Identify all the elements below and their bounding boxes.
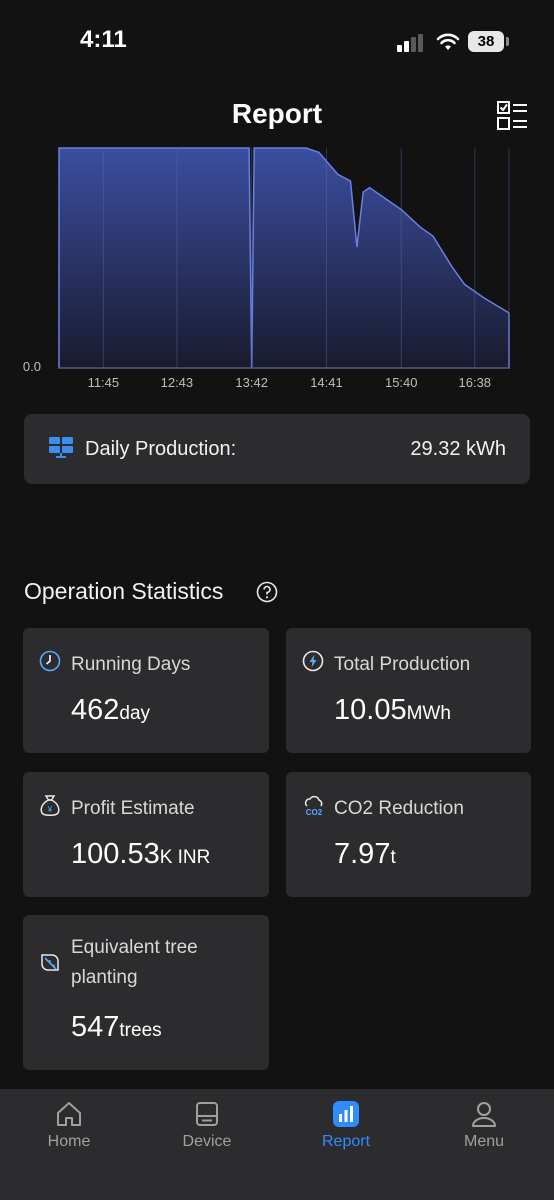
report-chart-icon (333, 1101, 359, 1127)
battery-indicator: 38 (468, 31, 504, 52)
svg-text:¥: ¥ (47, 805, 53, 814)
co2-cloud-icon: CO2 (304, 795, 323, 817)
x-tick-label: 16:38 (459, 375, 492, 390)
checklist-icon[interactable] (496, 100, 528, 132)
running-days-value: 462day (71, 694, 151, 726)
co2-reduction-label: CO2 Reduction (334, 798, 464, 819)
total-production-card: Total Production 10.05MWh (286, 628, 531, 753)
co2-reduction-card: CO2 CO2 Reduction 7.97t (286, 772, 531, 897)
running-days-label: Running Days (71, 654, 191, 675)
profit-estimate-label: Profit Estimate (71, 798, 195, 819)
bottom-tab-bar: Home Device Report Menu (0, 1089, 554, 1200)
tree-planting-value: 547trees (71, 1011, 162, 1043)
production-chart: 0.0 11:45 12:43 13:42 14:41 15:40 16:38 (23, 147, 510, 390)
tree-planting-card: Equivalent tree planting 547trees (23, 915, 269, 1070)
tree-planting-label: Equivalent tree planting (71, 937, 198, 988)
x-tick-label: 12:43 (161, 375, 194, 390)
cellular-signal-icon (397, 34, 423, 52)
operation-statistics-title: Operation Statistics (24, 578, 224, 604)
lightning-icon (302, 650, 324, 672)
running-days-unit: day (119, 703, 151, 724)
profit-estimate-card: ¥ Profit Estimate 100.53K INR (23, 772, 269, 897)
profit-estimate-unit: K INR (159, 847, 211, 868)
total-production-unit: MWh (406, 703, 451, 724)
home-icon (57, 1102, 81, 1126)
device-icon (196, 1102, 218, 1126)
svg-text:CO2: CO2 (306, 808, 323, 817)
tab-device[interactable]: Device (138, 1089, 276, 1169)
solar-panel-icon (49, 437, 73, 458)
x-tick-label: 13:42 (235, 375, 268, 390)
tab-report[interactable]: Report (277, 1089, 415, 1169)
x-tick-label: 15:40 (385, 375, 418, 390)
co2-reduction-value: 7.97t (334, 838, 396, 870)
running-days-card: Running Days 462day (23, 628, 269, 753)
tab-menu[interactable]: Menu (415, 1089, 553, 1169)
battery-nub (506, 37, 509, 46)
tab-report-label: Report (321, 1133, 371, 1150)
daily-production-value: 29.32 kWh (410, 438, 506, 460)
daily-production-label: Daily Production: (85, 438, 237, 460)
tree-planting-unit: trees (119, 1020, 162, 1041)
status-bar: 4:11 38 (0, 0, 554, 84)
tab-home[interactable]: Home (0, 1089, 138, 1169)
x-tick-label: 14:41 (310, 375, 343, 390)
tab-home-label: Home (47, 1133, 91, 1150)
daily-production-card: Daily Production: 29.32 kWh (24, 414, 530, 484)
tab-menu-label: Menu (463, 1133, 505, 1150)
x-tick-label: 11:45 (88, 375, 120, 390)
tab-device-label: Device (182, 1133, 232, 1150)
status-time: 4:11 (80, 26, 127, 53)
wifi-icon (436, 33, 460, 50)
user-icon (472, 1102, 496, 1127)
total-production-label: Total Production (334, 654, 471, 675)
leaf-icon (41, 954, 59, 971)
page-title: Report (231, 98, 323, 129)
help-icon[interactable] (256, 581, 278, 603)
total-production-value: 10.05MWh (334, 694, 451, 726)
money-bag-icon: ¥ (40, 795, 60, 816)
chart-area (58, 147, 510, 369)
co2-reduction-unit: t (390, 847, 396, 868)
clock-icon (39, 650, 61, 672)
y-tick-label: 0.0 (23, 359, 41, 374)
profit-estimate-value: 100.53K INR (71, 838, 211, 870)
